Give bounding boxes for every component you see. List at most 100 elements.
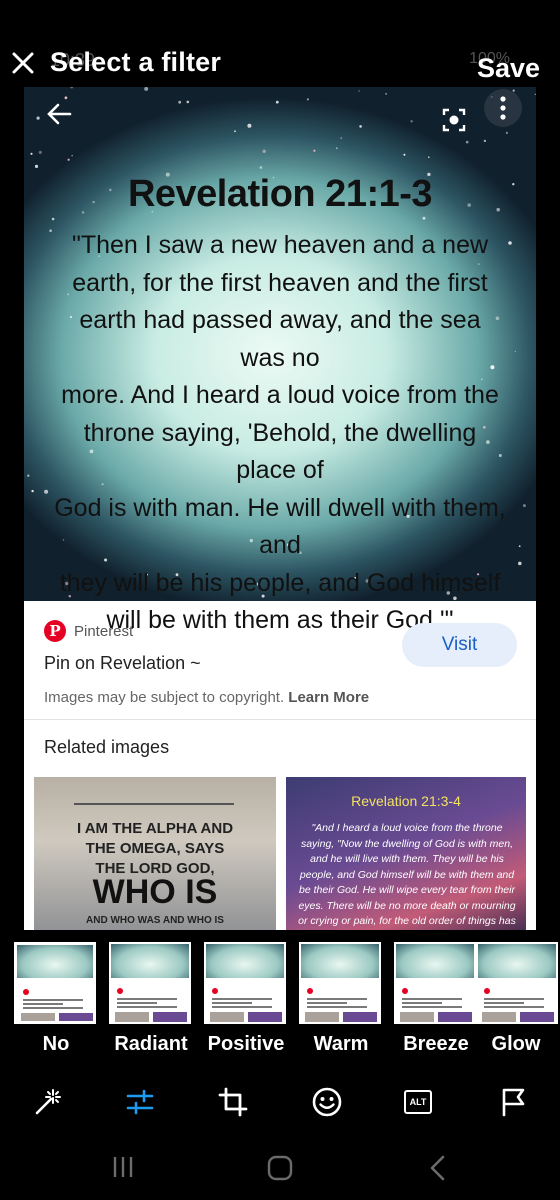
star bbox=[51, 217, 55, 221]
related-image-alpha-omega: I AM THE ALPHA AND THE OMEGA, SAYS THE L… bbox=[34, 777, 276, 930]
star bbox=[422, 216, 426, 220]
magic-wand-icon[interactable] bbox=[32, 1086, 64, 1118]
verse-image: Revelation 21:1-3 "Then I saw a new heav… bbox=[24, 87, 536, 634]
thumbnail-img2 bbox=[438, 1012, 472, 1022]
thumbnail-text-line bbox=[212, 1002, 252, 1004]
related-image-body: "And I heard a loud voice from the thron… bbox=[298, 822, 516, 927]
thumbnail-img1 bbox=[21, 1013, 55, 1021]
filter-thumbnail[interactable] bbox=[394, 942, 476, 1024]
thumbnail-img2 bbox=[520, 1012, 554, 1022]
related-image-footer: AND WHO WAS AND WHO IS bbox=[86, 915, 224, 926]
star bbox=[67, 158, 70, 161]
back-arrow-icon bbox=[47, 103, 72, 125]
thumbnail-text-line bbox=[212, 998, 272, 1000]
star bbox=[505, 131, 508, 134]
star bbox=[144, 87, 149, 91]
star bbox=[410, 120, 413, 123]
thumbnail-text-line bbox=[402, 1006, 462, 1008]
back-icon[interactable] bbox=[426, 1154, 450, 1182]
thumbnail-text-line bbox=[117, 998, 177, 1000]
system-navigation-bar bbox=[0, 1134, 560, 1200]
thumbnail-text-line bbox=[402, 1002, 442, 1004]
thumbnail-img1 bbox=[210, 1012, 244, 1022]
thumbnail-tt bbox=[17, 945, 93, 979]
star bbox=[522, 504, 526, 508]
thumbnail-text-line bbox=[23, 1003, 63, 1005]
filter-strip: No Radiant Positive Warm Breeze Glow bbox=[0, 940, 560, 1070]
source-name: Pinterest bbox=[74, 622, 134, 640]
thumbnail-img2 bbox=[59, 1013, 93, 1021]
thumbnail-img1 bbox=[482, 1012, 516, 1022]
star bbox=[465, 140, 469, 144]
filter-thumbnail[interactable] bbox=[204, 942, 286, 1024]
thumbnail-img1 bbox=[305, 1012, 339, 1022]
learn-more-link: Learn More bbox=[288, 689, 370, 706]
related-image-text: I AM THE ALPHA AND THE OMEGA, SAYS THE L… bbox=[34, 819, 276, 879]
lens-icon bbox=[442, 108, 466, 132]
recent-apps-icon[interactable] bbox=[110, 1154, 136, 1180]
alt-text-icon[interactable]: ALT bbox=[404, 1090, 432, 1114]
crop-icon[interactable] bbox=[217, 1086, 249, 1118]
filter-thumbnail[interactable] bbox=[14, 942, 96, 1024]
star bbox=[313, 149, 316, 152]
star bbox=[403, 153, 406, 156]
star bbox=[44, 489, 49, 494]
thumbnail-text-line bbox=[307, 998, 367, 1000]
thumbnail-text-line bbox=[307, 1002, 347, 1004]
filter-label: Glow bbox=[491, 1033, 541, 1055]
star bbox=[306, 98, 309, 101]
thumbnail-pb bbox=[212, 988, 218, 994]
copyright-notice: Images may be subject to copyright. Lear… bbox=[44, 689, 369, 706]
star bbox=[49, 229, 52, 232]
thumbnail-tt bbox=[206, 944, 284, 979]
close-icon[interactable] bbox=[10, 50, 36, 76]
related-image-big-text: WHO IS bbox=[92, 873, 218, 911]
thumbnail-text-line bbox=[402, 998, 462, 1000]
divider bbox=[24, 719, 536, 720]
save-button[interactable]: Save bbox=[477, 53, 540, 84]
star bbox=[483, 139, 487, 143]
related-image-revelation: Revelation 21:3-4 "And I heard a loud vo… bbox=[286, 777, 526, 930]
star bbox=[518, 545, 521, 548]
filter-thumbnail[interactable] bbox=[109, 942, 191, 1024]
star bbox=[234, 130, 236, 133]
pinterest-logo-icon: P bbox=[44, 620, 66, 642]
home-icon[interactable] bbox=[266, 1154, 294, 1182]
thumbnail-img1 bbox=[400, 1012, 434, 1022]
thumbnail-text-line bbox=[23, 1007, 83, 1009]
thumbnail-img2 bbox=[248, 1012, 282, 1022]
sticker-emoji-icon[interactable] bbox=[311, 1086, 343, 1118]
thumbnail-tt bbox=[111, 944, 189, 979]
star bbox=[178, 100, 182, 104]
thumbnail-img2 bbox=[153, 1012, 187, 1022]
thumbnail-text-line bbox=[117, 1006, 177, 1008]
star bbox=[30, 152, 33, 155]
star bbox=[358, 90, 360, 92]
thumbnail-tt bbox=[301, 944, 379, 979]
flag-icon[interactable] bbox=[498, 1086, 530, 1118]
pin-title: Pin on Revelation ~ bbox=[44, 653, 201, 673]
star bbox=[38, 150, 42, 154]
verse-line: they will be his people, and God himself bbox=[59, 568, 501, 597]
star bbox=[340, 137, 342, 139]
thumbnail-text-line bbox=[484, 1006, 544, 1008]
star bbox=[385, 93, 387, 95]
source-row: P Pinterest bbox=[44, 620, 133, 642]
star bbox=[186, 100, 190, 104]
image-preview: Revelation 21:1-3 "Then I saw a new heav… bbox=[24, 87, 536, 930]
star bbox=[262, 149, 266, 153]
filter-thumbnail[interactable] bbox=[476, 942, 558, 1024]
star bbox=[31, 489, 34, 493]
thumbnail-pb bbox=[307, 988, 313, 994]
star bbox=[508, 241, 512, 245]
related-images-heading: Related images bbox=[44, 737, 170, 757]
filter-thumbnail[interactable] bbox=[299, 942, 381, 1024]
related-image-line: THE OMEGA, SAYS bbox=[85, 840, 225, 857]
verse-text: "Then I saw a new heaven and a new earth… bbox=[54, 227, 506, 640]
star bbox=[534, 93, 536, 95]
star bbox=[70, 87, 73, 89]
adjust-sliders-icon[interactable] bbox=[124, 1086, 156, 1118]
related-image-title: Revelation 21:3-4 bbox=[351, 793, 461, 809]
verse-line: throne saying, 'Behold, the dwelling pla… bbox=[83, 418, 477, 485]
top-bar: 10:39 100% Select a filter Save bbox=[0, 0, 560, 92]
